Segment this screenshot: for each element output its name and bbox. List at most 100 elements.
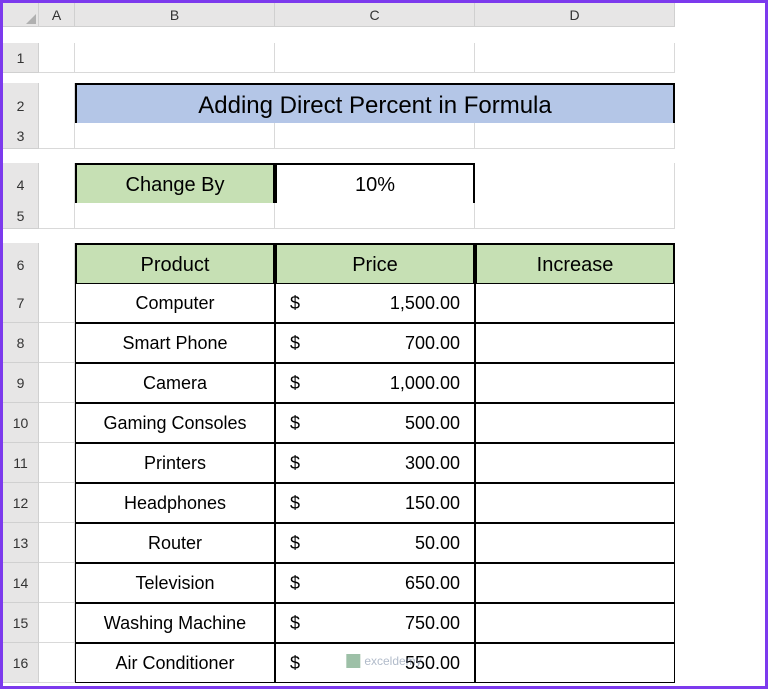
cell-c5[interactable] (275, 203, 475, 229)
col-header-d[interactable]: D (475, 3, 675, 27)
product-price[interactable]: $650.00 (275, 563, 475, 603)
product-name[interactable]: Computer (75, 283, 275, 323)
currency-symbol: $ (290, 333, 300, 354)
cell-a6[interactable] (39, 243, 75, 287)
change-by-value[interactable]: 10% (275, 163, 475, 207)
cell-b1[interactable] (75, 43, 275, 73)
product-price[interactable]: $550.00 (275, 643, 475, 683)
increase-cell[interactable] (475, 363, 675, 403)
price-value: 500.00 (405, 413, 460, 434)
price-value: 750.00 (405, 613, 460, 634)
cell-a11[interactable] (39, 443, 75, 483)
row-header-8[interactable]: 8 (3, 323, 39, 363)
row-header-1[interactable]: 1 (3, 43, 39, 73)
header-product[interactable]: Product (75, 243, 275, 287)
cell-b5[interactable] (75, 203, 275, 229)
product-name[interactable]: Smart Phone (75, 323, 275, 363)
row-header-12[interactable]: 12 (3, 483, 39, 523)
currency-symbol: $ (290, 493, 300, 514)
product-name[interactable]: Printers (75, 443, 275, 483)
cell-a4[interactable] (39, 163, 75, 207)
product-price[interactable]: $750.00 (275, 603, 475, 643)
price-value: 650.00 (405, 573, 460, 594)
cell-a14[interactable] (39, 563, 75, 603)
cell-a13[interactable] (39, 523, 75, 563)
row-header-13[interactable]: 13 (3, 523, 39, 563)
price-value: 300.00 (405, 453, 460, 474)
row-header-16[interactable]: 16 (3, 643, 39, 683)
price-value: 550.00 (405, 653, 460, 674)
price-value: 1,500.00 (390, 293, 460, 314)
row-header-4[interactable]: 4 (3, 163, 39, 207)
increase-cell[interactable] (475, 523, 675, 563)
cell-d4[interactable] (475, 163, 675, 207)
row-header-5[interactable]: 5 (3, 203, 39, 229)
col-header-b[interactable]: B (75, 3, 275, 27)
row-header-7[interactable]: 7 (3, 283, 39, 323)
cell-a15[interactable] (39, 603, 75, 643)
row-header-3[interactable]: 3 (3, 123, 39, 149)
increase-cell[interactable] (475, 483, 675, 523)
cell-a1[interactable] (39, 43, 75, 73)
product-name[interactable]: Television (75, 563, 275, 603)
cell-a16[interactable] (39, 643, 75, 683)
increase-cell[interactable] (475, 563, 675, 603)
row-header-10[interactable]: 10 (3, 403, 39, 443)
product-price[interactable]: $1,000.00 (275, 363, 475, 403)
increase-cell[interactable] (475, 443, 675, 483)
product-name[interactable]: Washing Machine (75, 603, 275, 643)
cell-a5[interactable] (39, 203, 75, 229)
product-name[interactable]: Air Conditioner (75, 643, 275, 683)
currency-symbol: $ (290, 413, 300, 434)
col-header-c[interactable]: C (275, 3, 475, 27)
increase-cell[interactable] (475, 643, 675, 683)
cell-a3[interactable] (39, 123, 75, 149)
row-header-9[interactable]: 9 (3, 363, 39, 403)
select-all-corner[interactable] (3, 3, 39, 27)
cell-d5[interactable] (475, 203, 675, 229)
currency-symbol: $ (290, 453, 300, 474)
product-price[interactable]: $1,500.00 (275, 283, 475, 323)
cell-c1[interactable] (275, 43, 475, 73)
currency-symbol: $ (290, 653, 300, 674)
row-header-6[interactable]: 6 (3, 243, 39, 287)
cell-a8[interactable] (39, 323, 75, 363)
product-name[interactable]: Gaming Consoles (75, 403, 275, 443)
price-value: 700.00 (405, 333, 460, 354)
cell-a9[interactable] (39, 363, 75, 403)
increase-cell[interactable] (475, 323, 675, 363)
row-header-14[interactable]: 14 (3, 563, 39, 603)
product-price[interactable]: $50.00 (275, 523, 475, 563)
product-price[interactable]: $150.00 (275, 483, 475, 523)
price-value: 1,000.00 (390, 373, 460, 394)
header-price[interactable]: Price (275, 243, 475, 287)
spreadsheet-grid: A B C D 1 2 Adding Direct Percent in For… (3, 3, 765, 683)
currency-symbol: $ (290, 573, 300, 594)
product-name[interactable]: Camera (75, 363, 275, 403)
product-name[interactable]: Headphones (75, 483, 275, 523)
product-price[interactable]: $700.00 (275, 323, 475, 363)
row-header-11[interactable]: 11 (3, 443, 39, 483)
currency-symbol: $ (290, 373, 300, 394)
increase-cell[interactable] (475, 283, 675, 323)
price-value: 150.00 (405, 493, 460, 514)
cell-a7[interactable] (39, 283, 75, 323)
change-by-label[interactable]: Change By (75, 163, 275, 207)
product-price[interactable]: $300.00 (275, 443, 475, 483)
col-header-a[interactable]: A (39, 3, 75, 27)
cell-c3[interactable] (275, 123, 475, 149)
increase-cell[interactable] (475, 403, 675, 443)
row-header-15[interactable]: 15 (3, 603, 39, 643)
increase-cell[interactable] (475, 603, 675, 643)
product-name[interactable]: Router (75, 523, 275, 563)
product-price[interactable]: $500.00 (275, 403, 475, 443)
cell-d1[interactable] (475, 43, 675, 73)
cell-b3[interactable] (75, 123, 275, 149)
header-increase[interactable]: Increase (475, 243, 675, 287)
price-value: 50.00 (415, 533, 460, 554)
cell-a12[interactable] (39, 483, 75, 523)
cell-a10[interactable] (39, 403, 75, 443)
currency-symbol: $ (290, 293, 300, 314)
currency-symbol: $ (290, 533, 300, 554)
cell-d3[interactable] (475, 123, 675, 149)
